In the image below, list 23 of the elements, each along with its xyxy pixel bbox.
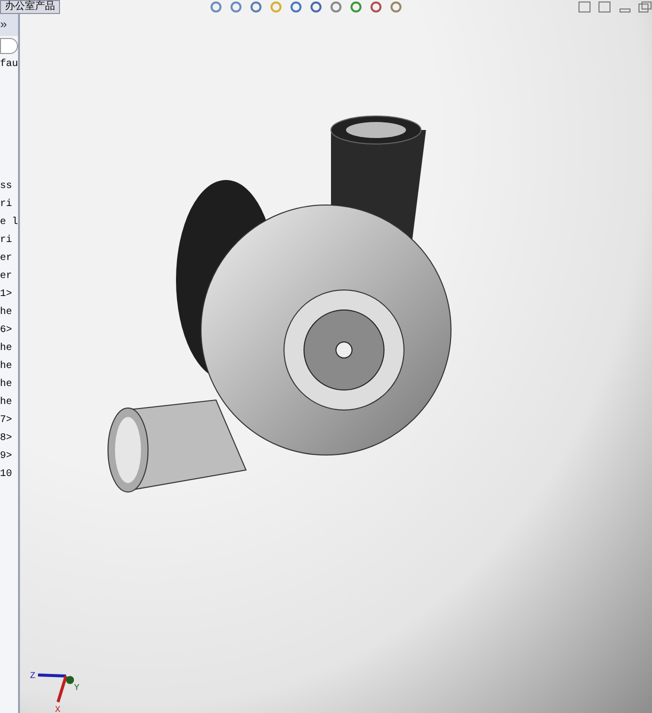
tree-item[interactable]: he: [0, 358, 18, 376]
tab-label[interactable]: 办公室产品: [0, 0, 60, 14]
tree-item[interactable]: 7>: [0, 412, 18, 430]
configuration-name: fau: [0, 58, 18, 72]
tree-item[interactable]: he: [0, 376, 18, 394]
tree-item[interactable]: he: [0, 304, 18, 322]
tree-item[interactable]: ri: [0, 232, 18, 250]
tree-item[interactable]: 10: [0, 466, 18, 484]
tree-item[interactable]: 6>: [0, 322, 18, 340]
axis-triad-drawing: Z X Y: [30, 668, 90, 713]
tree-item[interactable]: 8>: [0, 430, 18, 448]
tree-item[interactable]: er: [0, 268, 18, 286]
tree-item[interactable]: 1>: [0, 286, 18, 304]
search-field[interactable]: [0, 38, 18, 54]
tree-item[interactable]: he: [0, 394, 18, 412]
tree-item[interactable]: 9>: [0, 448, 18, 466]
tree-item[interactable]: e l: [0, 214, 18, 232]
tree-item[interactable]: er: [0, 250, 18, 268]
maximize-icon[interactable]: [638, 1, 652, 13]
tree-item[interactable]: ss: [0, 178, 18, 196]
expand-button[interactable]: »: [0, 14, 18, 36]
tree-item[interactable]: he: [0, 340, 18, 358]
tree-item[interactable]: ri: [0, 196, 18, 214]
